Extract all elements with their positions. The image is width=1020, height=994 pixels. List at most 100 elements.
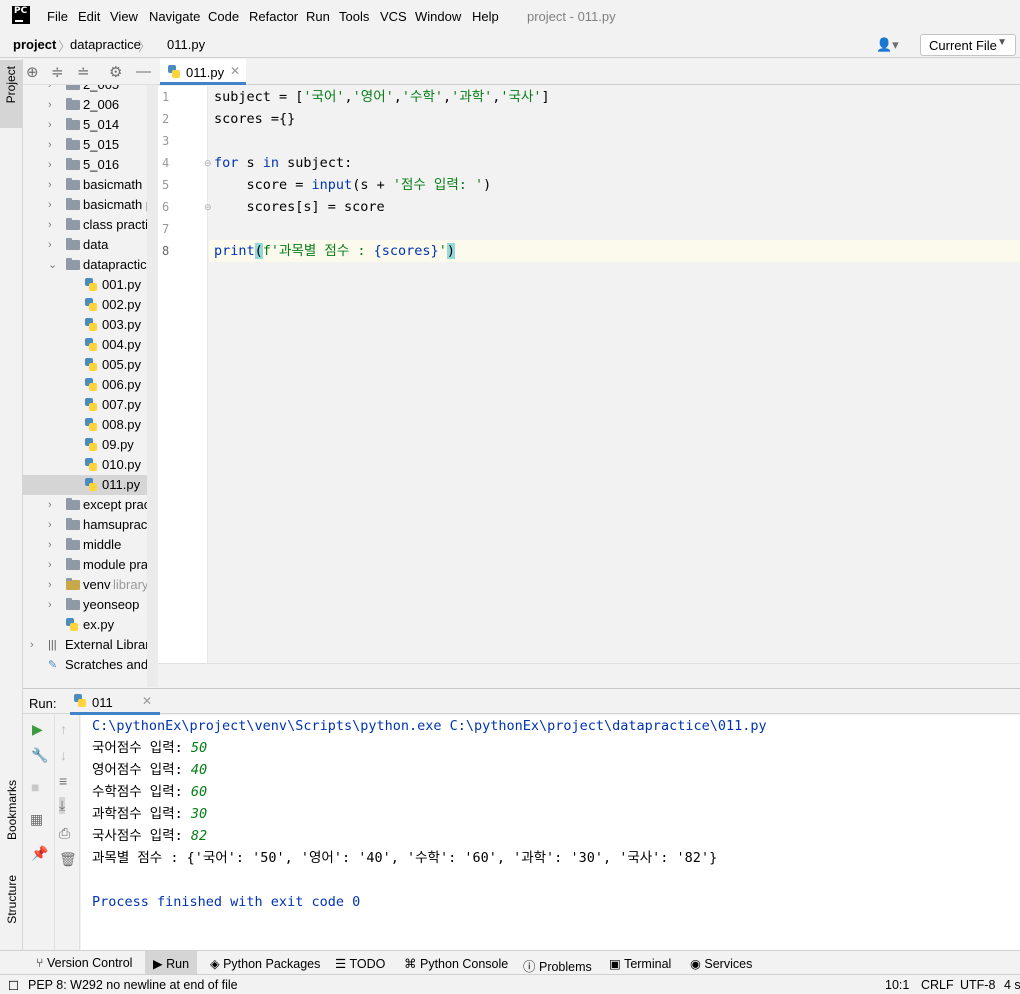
tree-item-basicmath[interactable]: › basicmath (23, 175, 158, 195)
tree-item-ex-py[interactable]: ex.py (23, 615, 158, 635)
code-editor[interactable]: subject = ['국어','영어','수학','과학','국사'] sco… (209, 86, 1020, 663)
bookmarks-tool-tab[interactable]: Bookmarks (0, 780, 23, 860)
status-message[interactable]: PEP 8: W292 no newline at end of file (28, 978, 238, 992)
stop-icon[interactable]: ■ (31, 779, 39, 795)
tree-item-module-pract[interactable]: › module pract (23, 555, 158, 575)
tree-item-yeonseop[interactable]: › yeonseop (23, 595, 158, 615)
chevron-right-icon[interactable]: › (48, 95, 52, 115)
tree-item-venv[interactable]: › venv library r (23, 575, 158, 595)
project-tool-tab[interactable]: Project (0, 60, 23, 128)
trash-icon[interactable]: 🗑 (59, 851, 77, 868)
tree-item-004-py[interactable]: 004.py (23, 335, 158, 355)
menu-edit[interactable]: Edit (78, 9, 100, 24)
chevron-right-icon[interactable]: › (48, 495, 52, 515)
arrow-down-icon[interactable]: ↓ (60, 747, 67, 763)
tree-item-5-014[interactable]: › 5_014 (23, 115, 158, 135)
structure-tool-tab[interactable]: Structure (0, 875, 23, 940)
close-icon[interactable]: ✕ (230, 64, 240, 78)
collapse-all-icon[interactable]: ≐ (77, 63, 90, 81)
menu-window[interactable]: Window (415, 9, 461, 24)
tree-item-006-py[interactable]: 006.py (23, 375, 158, 395)
wrench-icon[interactable]: 🔧 (31, 747, 48, 764)
tree-item-datapractice[interactable]: ⌄ datapractice (23, 255, 158, 275)
tree-item-middle[interactable]: › middle (23, 535, 158, 555)
tree-item-010-py[interactable]: 010.py (23, 455, 158, 475)
tree-item-005-py[interactable]: 005.py (23, 355, 158, 375)
chevron-right-icon[interactable]: › (48, 515, 52, 535)
tree-item-data[interactable]: › data (23, 235, 158, 255)
chevron-right-icon[interactable]: › (48, 555, 52, 575)
tab-run[interactable]: ▶ Run (145, 951, 197, 975)
tree-item-basicmath-pra[interactable]: › basicmath pra (23, 195, 158, 215)
close-icon[interactable]: ✕ (142, 694, 152, 708)
scroll-to-end-icon[interactable]: ⤓ (59, 797, 66, 814)
run-tab-011[interactable]: 011 ✕ (70, 689, 160, 715)
locate-icon[interactable]: ⊕ (26, 63, 39, 81)
menu-run[interactable]: Run (306, 9, 330, 24)
tab-todo[interactable]: ☰ TODO (335, 956, 385, 971)
chevron-right-icon[interactable]: › (48, 195, 52, 215)
run-console[interactable]: C:\pythonEx\project\venv\Scripts\python.… (81, 715, 1020, 950)
chevron-right-icon[interactable]: › (48, 155, 52, 175)
tab-problems[interactable]: ⓘ Problems (523, 956, 592, 975)
tree-item-09-py[interactable]: 09.py (23, 435, 158, 455)
tree-item-008-py[interactable]: 008.py (23, 415, 158, 435)
chevron-right-icon[interactable]: › (48, 175, 52, 195)
breadcrumb-project[interactable]: project (13, 37, 56, 52)
tree-item-scratches-and-co[interactable]: ✎ Scratches and Co (23, 655, 158, 675)
tab-services[interactable]: ◉ Services (690, 956, 752, 971)
chevron-right-icon[interactable]: › (48, 135, 52, 155)
chevron-right-icon[interactable]: › (48, 575, 52, 595)
print-icon[interactable]: ⎙ (59, 825, 70, 842)
tree-item-5-016[interactable]: › 5_016 (23, 155, 158, 175)
tab-python-console[interactable]: ⌘ Python Console (404, 956, 508, 971)
fold-end-icon[interactable]: ⊖ (204, 202, 212, 213)
menu-code[interactable]: Code (208, 9, 239, 24)
tree-item-2-006[interactable]: › 2_006 (23, 95, 158, 115)
chevron-right-icon[interactable]: › (30, 635, 34, 655)
chevron-down-icon[interactable]: ⌄ (48, 255, 57, 275)
gear-icon[interactable]: ⚙ (109, 63, 122, 81)
chevron-right-icon[interactable]: › (48, 535, 52, 555)
chevron-right-icon[interactable]: › (48, 85, 52, 95)
menu-help[interactable]: Help (472, 9, 499, 24)
tree-item-007-py[interactable]: 007.py (23, 395, 158, 415)
layout-icon[interactable]: ▦ (30, 811, 43, 828)
run-configuration-select[interactable]: Current File ▼ (920, 34, 1016, 56)
menu-vcs[interactable]: VCS (380, 9, 407, 24)
editor-tab-011[interactable]: 011.py ✕ (160, 59, 246, 85)
line-separator[interactable]: CRLF (921, 978, 954, 992)
menu-navigate[interactable]: Navigate (149, 9, 200, 24)
menu-tools[interactable]: Tools (339, 9, 369, 24)
hide-icon[interactable]: — (136, 63, 151, 80)
tree-item-003-py[interactable]: 003.py (23, 315, 158, 335)
status-toggle-icon[interactable]: ☐ (8, 978, 19, 993)
menu-refactor[interactable]: Refactor (249, 9, 298, 24)
rerun-icon[interactable]: ▶ (32, 721, 43, 738)
breadcrumb-file[interactable]: 011.py (167, 37, 205, 52)
tree-item-011-py[interactable]: 011.py (23, 475, 158, 495)
user-icon[interactable]: 👤▾ (876, 37, 902, 53)
menu-file[interactable]: File (47, 9, 68, 24)
tree-item-except-practic[interactable]: › except practic (23, 495, 158, 515)
tab-python-packages[interactable]: ◈ Python Packages (210, 956, 320, 971)
breadcrumb-datapractice[interactable]: datapractice (70, 37, 141, 52)
file-encoding[interactable]: UTF-8 (960, 978, 995, 992)
menu-view[interactable]: View (110, 9, 138, 24)
chevron-right-icon[interactable]: › (48, 235, 52, 255)
indent-setting[interactable]: 4 s (1004, 978, 1020, 992)
tree-item-001-py[interactable]: 001.py (23, 275, 158, 295)
tab-terminal[interactable]: ▣ Terminal (609, 956, 671, 971)
caret-position[interactable]: 10:1 (885, 978, 909, 992)
arrow-up-icon[interactable]: ↑ (60, 721, 67, 737)
chevron-right-icon[interactable]: › (48, 215, 52, 235)
tree-item-external-libraries[interactable]: › ||| External Libraries (23, 635, 158, 655)
chevron-right-icon[interactable]: › (48, 595, 52, 615)
tree-item-class-practice[interactable]: › class practice (23, 215, 158, 235)
tree-item-2-005[interactable]: › 2_005 (23, 85, 158, 95)
tree-scrollbar[interactable] (147, 85, 158, 687)
soft-wrap-icon[interactable]: ≡ (59, 773, 67, 789)
tab-version-control[interactable]: ⑂ Version Control (36, 956, 132, 970)
expand-all-icon[interactable]: ≑ (51, 63, 64, 81)
tree-item-002-py[interactable]: 002.py (23, 295, 158, 315)
